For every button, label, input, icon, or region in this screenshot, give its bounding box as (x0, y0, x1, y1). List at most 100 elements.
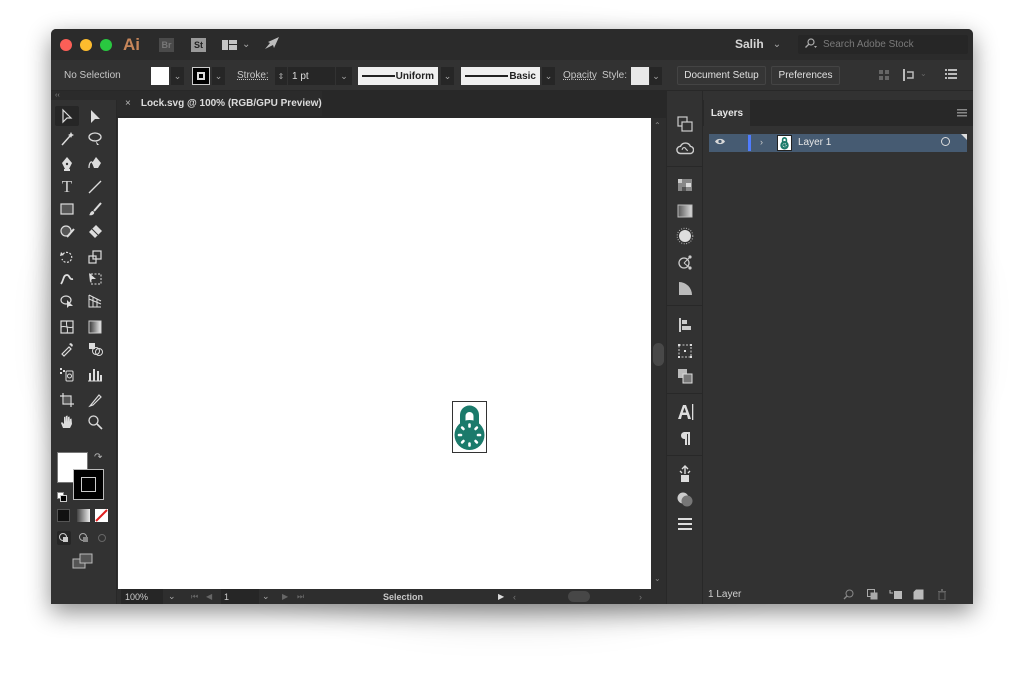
scroll-right-icon[interactable]: › (639, 589, 642, 604)
variable-width-profile[interactable]: Uniform (358, 67, 438, 85)
blend-tool[interactable] (83, 339, 107, 359)
horizontal-scroll-thumb[interactable] (568, 591, 590, 602)
draw-behind-button[interactable] (77, 531, 91, 545)
vertical-scrollbar[interactable]: ⌃ ⌄ (651, 118, 666, 589)
align-grid-icon[interactable] (878, 69, 890, 84)
opacity-link[interactable]: Opacity (563, 70, 597, 81)
layer-name[interactable]: Layer 1 (798, 137, 831, 148)
color-mode-button[interactable] (57, 509, 70, 522)
stroke-panel-icon[interactable] (676, 515, 694, 533)
document-setup-button[interactable]: Document Setup (677, 66, 766, 85)
none-mode-button[interactable] (95, 509, 108, 522)
free-transform-tool[interactable] (83, 269, 107, 289)
warp-tool[interactable] (55, 269, 79, 289)
selection-tool[interactable] (55, 106, 79, 126)
lasso-tool[interactable] (83, 129, 107, 149)
pen-tool[interactable] (55, 154, 79, 174)
line-segment-tool[interactable] (83, 177, 107, 197)
cc-libraries-icon[interactable] (676, 140, 694, 158)
chevron-down-icon[interactable]: ⌄ (920, 69, 927, 78)
lock-artwork[interactable] (452, 401, 487, 453)
rotate-tool[interactable] (55, 247, 79, 267)
preferences-button[interactable]: Preferences (771, 66, 840, 85)
user-menu[interactable]: Salih ⌄ (735, 37, 781, 51)
shaper-tool[interactable] (55, 221, 79, 241)
artboard-canvas[interactable] (118, 118, 651, 589)
bridge-button[interactable]: Br (159, 37, 174, 52)
brushes-panel-icon[interactable] (676, 227, 694, 245)
toolbox-collapse-strip[interactable]: ‹‹ (51, 91, 117, 100)
rocket-icon[interactable] (264, 36, 280, 54)
hand-tool[interactable] (55, 412, 79, 432)
type-tool[interactable]: T (55, 177, 79, 197)
scroll-left-icon[interactable]: ‹ (513, 589, 516, 604)
swap-fill-stroke-icon[interactable]: ↷ (94, 452, 102, 463)
draw-inside-button[interactable] (95, 531, 109, 545)
rectangle-tool[interactable] (55, 199, 79, 219)
last-artboard-icon[interactable]: ⏭ (297, 589, 304, 604)
zoom-tool[interactable] (83, 412, 107, 432)
symbols-panel-icon[interactable] (676, 253, 694, 271)
panel-menu-icon[interactable] (957, 109, 967, 120)
slice-tool[interactable] (83, 390, 107, 410)
visibility-eye-icon[interactable] (714, 137, 726, 149)
curvature-tool[interactable] (83, 154, 107, 174)
pathfinder-panel-icon[interactable] (676, 367, 694, 385)
locate-object-icon[interactable] (843, 589, 854, 600)
transparency-panel-icon[interactable] (676, 490, 694, 508)
perspective-grid-tool[interactable] (83, 291, 107, 311)
layers-tab[interactable]: Layers (704, 100, 750, 126)
paintbrush-tool[interactable] (83, 199, 107, 219)
stroke-weight-input[interactable]: 1 pt (288, 67, 335, 85)
stroke-weight-dropdown[interactable]: ⌄ (336, 67, 352, 85)
layer-row[interactable]: › Layer 1 (709, 134, 967, 152)
stroke-color-swatch[interactable] (73, 469, 104, 500)
artboard-dropdown[interactable]: ⌄ (262, 589, 270, 604)
stroke-swatch[interactable] (192, 67, 210, 85)
gradient-tool[interactable] (83, 317, 107, 337)
shape-builder-tool[interactable] (55, 291, 79, 311)
zoom-window-button[interactable] (100, 38, 112, 51)
stroke-label[interactable]: Stroke: (237, 70, 269, 81)
transform-panel-icon[interactable] (676, 342, 694, 360)
eyedropper-tool[interactable] (55, 339, 79, 359)
eraser-tool[interactable] (83, 221, 107, 241)
current-tool-label[interactable]: Selection (383, 589, 423, 604)
fill-swatch[interactable] (151, 67, 169, 85)
scroll-down-icon[interactable]: ⌄ (654, 574, 661, 583)
direct-selection-tool[interactable] (83, 106, 107, 126)
column-graph-tool[interactable] (83, 364, 107, 384)
previous-artboard-icon[interactable]: ◀ (206, 589, 212, 604)
gradient-mode-button[interactable] (77, 509, 90, 522)
swatches-panel-icon[interactable] (676, 176, 694, 194)
stroke-stepper[interactable]: ⇕ (275, 67, 287, 85)
document-tab[interactable]: × Lock.svg @ 100% (RGB/GPU Preview) (117, 91, 322, 116)
change-screen-mode-button[interactable] (72, 553, 94, 569)
style-dropdown[interactable]: ⌄ (650, 67, 662, 85)
transform-align-icon[interactable] (902, 68, 916, 85)
graphic-style-swatch[interactable] (631, 67, 649, 85)
close-tab-icon[interactable]: × (125, 98, 131, 109)
default-fill-stroke-icon[interactable] (57, 489, 67, 502)
character-panel-icon[interactable] (676, 403, 694, 421)
status-menu-icon[interactable]: ▶ (498, 589, 504, 604)
artboard-number-input[interactable]: 1 (221, 589, 259, 604)
symbol-sprayer-tool[interactable] (55, 364, 79, 384)
brush-dropdown[interactable]: ⌄ (542, 67, 555, 85)
stroke-swatch-dropdown[interactable]: ⌄ (212, 67, 225, 85)
gradient-panel-icon[interactable] (676, 202, 694, 220)
next-artboard-icon[interactable]: ▶ (282, 589, 288, 604)
trash-icon[interactable] (936, 589, 947, 600)
workspace-switcher[interactable]: ⌄ (222, 39, 250, 50)
scale-tool[interactable] (83, 247, 107, 267)
create-sublayer-icon[interactable] (889, 589, 903, 600)
artboard-tool[interactable] (55, 390, 79, 410)
minimize-window-button[interactable] (80, 38, 92, 51)
scroll-thumb[interactable] (653, 343, 664, 366)
scroll-up-icon[interactable]: ⌃ (654, 121, 661, 130)
layer-target-icon[interactable] (941, 137, 950, 146)
make-clipping-mask-icon[interactable] (867, 589, 878, 600)
paragraph-panel-icon[interactable] (676, 429, 694, 447)
profile-dropdown[interactable]: ⌄ (441, 67, 454, 85)
expand-layer-icon[interactable]: › (760, 137, 763, 147)
